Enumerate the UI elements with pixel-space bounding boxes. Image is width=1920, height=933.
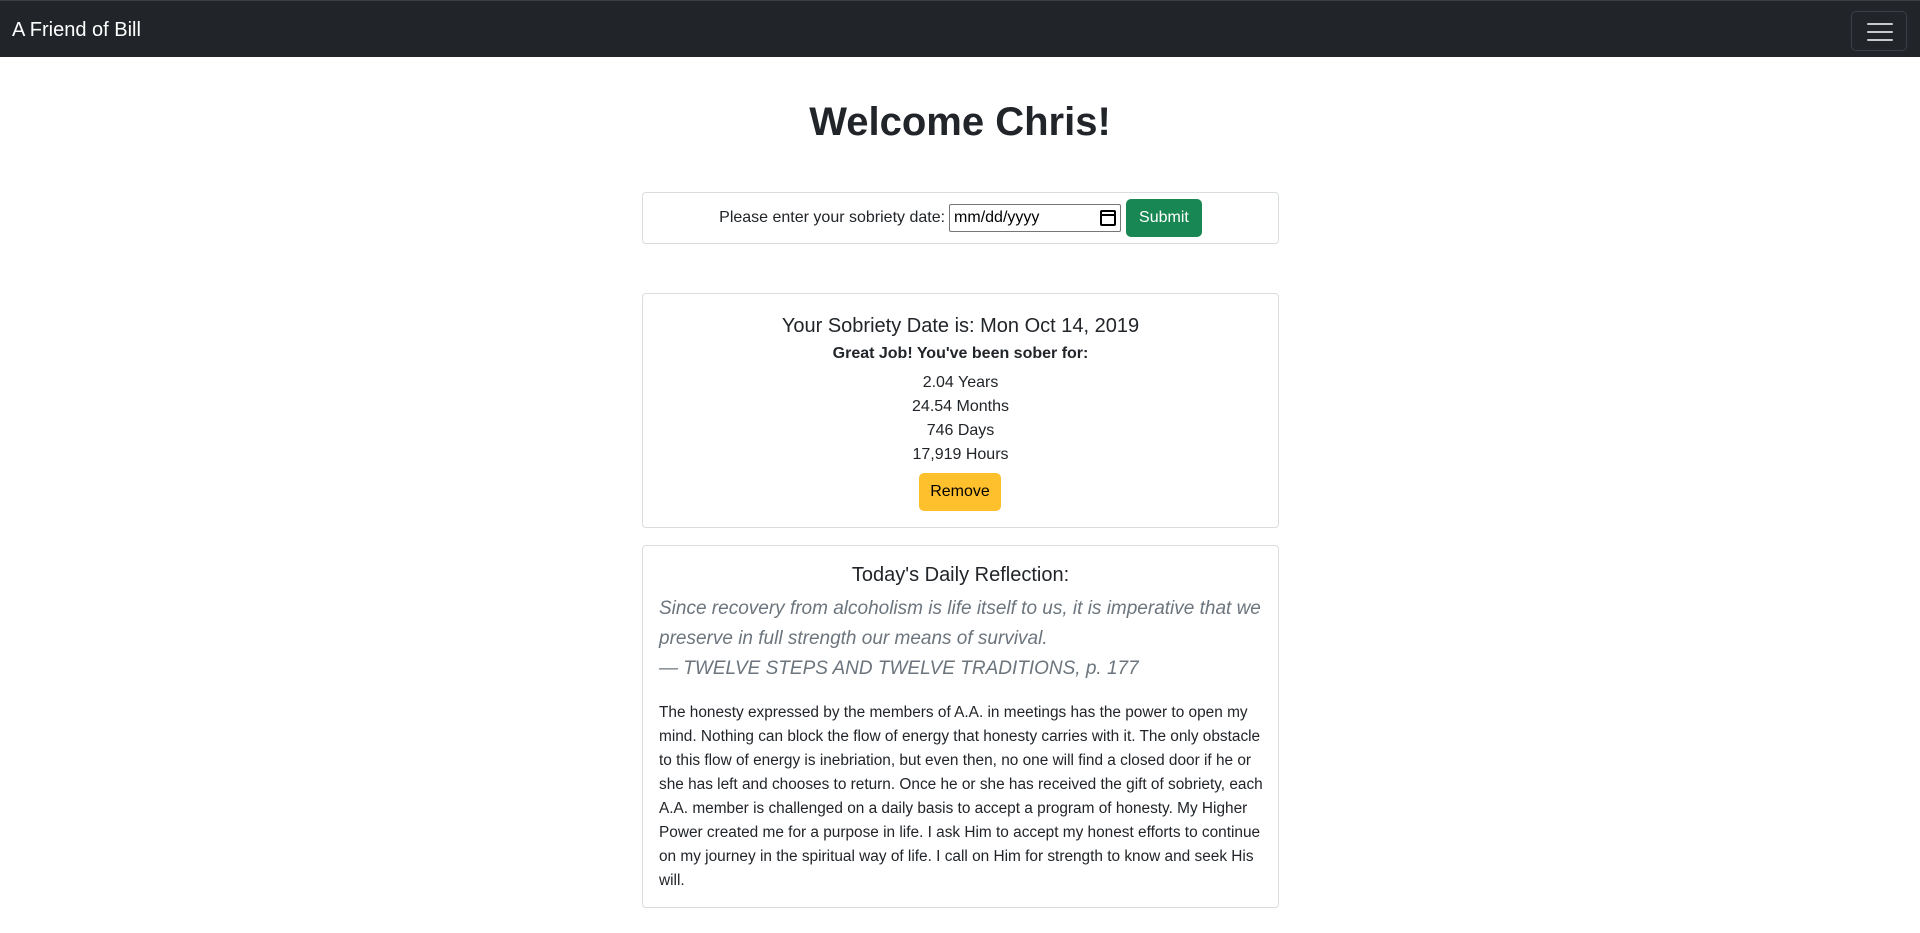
daily-reflection-card: Today's Daily Reflection: Since recovery… <box>642 545 1279 908</box>
calendar-icon[interactable] <box>1100 210 1117 226</box>
date-input-placeholder: mm/dd/yyyy <box>954 209 1040 226</box>
date-form-row: Please enter your sobriety date: mm/dd/y… <box>643 193 1278 243</box>
sobriety-date-input[interactable]: mm/dd/yyyy <box>949 204 1122 232</box>
sobriety-date-form: Please enter your sobriety date: mm/dd/y… <box>642 192 1279 244</box>
stat-years: 2.04 Years <box>922 374 999 391</box>
reflection-heading: Today's Daily Reflection: <box>851 564 1070 586</box>
sobriety-date-label: Please enter your sobriety date: <box>719 209 946 226</box>
top-navbar: A Friend of Bill <box>0 0 1920 57</box>
stat-months: 24.54 Months <box>912 398 1009 415</box>
sober-duration-subheading: Great Job! You've been sober for: <box>832 345 1089 362</box>
hamburger-menu-icon <box>1867 23 1893 41</box>
stat-hours: 17,919 Hours <box>912 446 1009 463</box>
remove-button[interactable]: Remove <box>919 473 1001 511</box>
reflection-source: — TWELVE STEPS AND TWELVE TRADITIONS, p.… <box>659 658 1139 679</box>
navbar-brand[interactable]: A Friend of Bill <box>12 18 141 42</box>
page-title: Welcome Chris! <box>809 100 1111 144</box>
reflection-quote: Since recovery from alcoholism is life i… <box>659 598 1261 649</box>
submit-button[interactable]: Submit <box>1126 199 1202 237</box>
stat-days: 746 Days <box>926 422 995 439</box>
sobriety-date-heading: Your Sobriety Date is: Mon Oct 14, 2019 <box>781 315 1140 337</box>
reflection-body: The honesty expressed by the members of … <box>659 704 1263 889</box>
reflection-quote-block: Since recovery from alcoholism is life i… <box>659 594 1262 684</box>
navbar-toggle-button[interactable] <box>1851 11 1907 51</box>
sobriety-stats-card: Your Sobriety Date is: Mon Oct 14, 2019 … <box>642 293 1279 528</box>
